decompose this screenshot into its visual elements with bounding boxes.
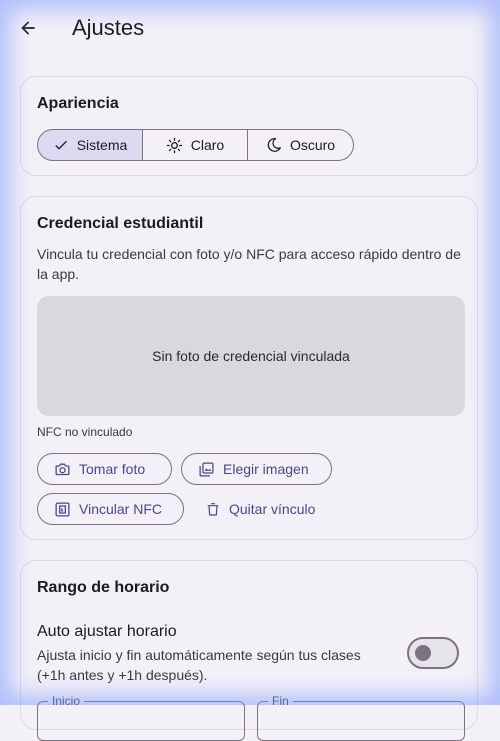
link-nfc-label: Vincular NFC [79,501,162,517]
theme-option-sistema[interactable]: Sistema [37,129,143,161]
start-time-field[interactable]: Inicio [37,694,245,741]
sun-icon [166,137,182,153]
trash-icon [207,503,219,516]
arrow-back-icon [21,21,35,35]
theme-segmented-control: Sistema Claro Oscuro [37,129,354,161]
end-time-label: Fin [268,694,293,708]
appearance-card: Apariencia Sistema Claro Oscuro [20,76,478,176]
theme-option-oscuro[interactable]: Oscuro [248,129,354,161]
check-icon [54,140,67,150]
credential-description: Vincula tu credencial con foto y/o NFC p… [37,246,461,282]
theme-option-label: Claro [190,137,225,153]
auto-adjust-title: Auto ajustar horario [37,623,177,640]
page-title: Ajustes [72,15,145,40]
credential-photo-placeholder: Sin foto de credencial vinculada [37,296,465,416]
theme-option-label: Oscuro [289,137,336,153]
app-bar: Ajustes [0,0,500,56]
image-icon [199,461,214,477]
credential-title: Credencial estudiantil [37,215,204,232]
choose-image-label: Elegir imagen [223,461,309,477]
moon-icon [267,138,281,152]
theme-option-claro[interactable]: Claro [143,129,248,161]
theme-option-label: Sistema [76,137,128,153]
credential-card: Credencial estudiantil Vincula tu creden… [20,196,478,540]
end-time-field[interactable]: Fin [257,694,465,741]
unlink-button[interactable]: Quitar vínculo [197,493,315,525]
choose-image-button[interactable]: Elegir imagen [181,453,332,485]
take-photo-label: Tomar foto [79,461,146,477]
start-time-label: Inicio [48,694,85,708]
auto-adjust-description: Ajusta inicio y fin automáticamente segú… [37,647,361,683]
camera-icon [55,463,70,475]
auto-adjust-switch[interactable] [407,637,459,669]
schedule-title: Rango de horario [37,579,170,596]
take-photo-button[interactable]: Tomar foto [37,453,172,485]
unlink-label: Quitar vínculo [229,501,316,517]
nfc-status: NFC no vinculado [37,425,133,439]
link-nfc-button[interactable]: Vincular NFC [37,493,184,525]
nfc-icon [55,501,70,517]
back-button[interactable] [14,14,42,42]
photo-placeholder-text: Sin foto de credencial vinculada [152,348,350,364]
switch-knob [415,645,431,661]
appearance-title: Apariencia [37,95,119,112]
